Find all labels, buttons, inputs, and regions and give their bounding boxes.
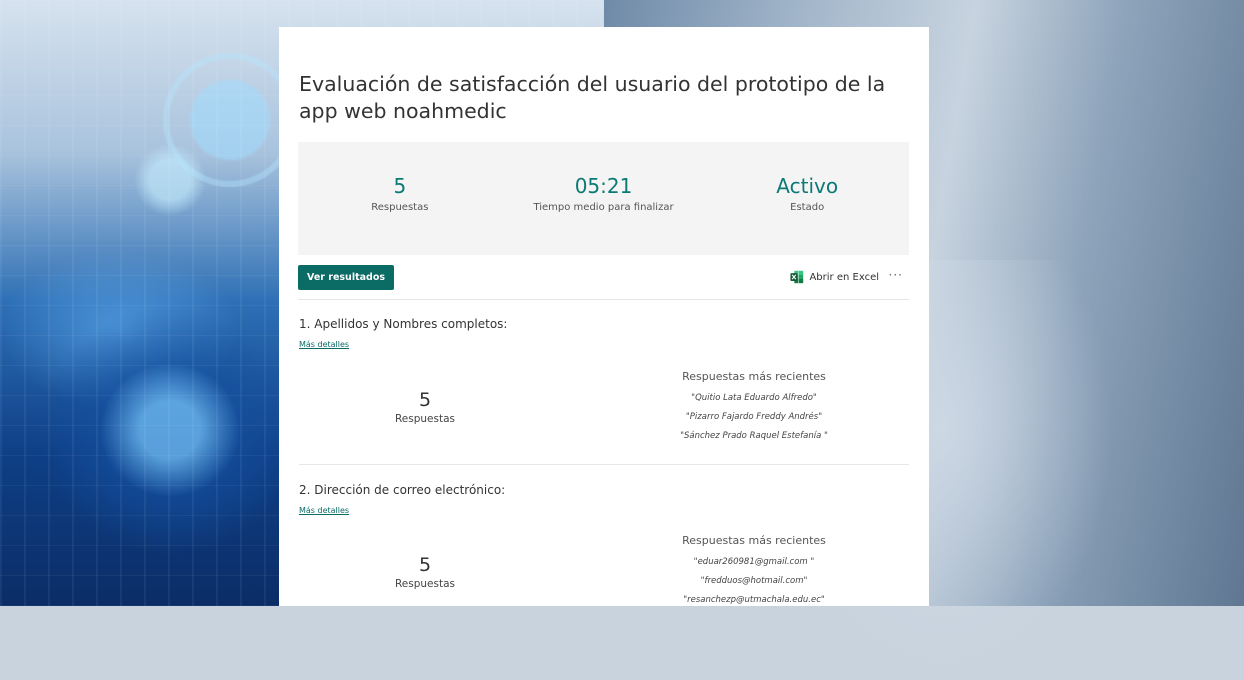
stat-label: Estado — [790, 202, 825, 213]
form-summary-card: Evaluación de satisfacción del usuario d… — [279, 27, 929, 606]
stat-label: Tiempo medio para finalizar — [533, 202, 674, 213]
stat-label: Respuestas — [371, 202, 429, 213]
recent-response-item: "Pizarro Fajardo Freddy Andrés" — [685, 412, 823, 422]
recent-response-item: "Quitio Lata Eduardo Alfredo" — [691, 393, 817, 403]
stat-average-time: 05:21 Tiempo medio para finalizar — [502, 142, 706, 255]
stat-value: 5 — [393, 174, 407, 198]
question-block: 2. Dirección de correo electrónico: Más … — [299, 483, 909, 605]
question-block: 1. Apellidos y Nombres completos: Más de… — [299, 317, 909, 465]
question-title: 2. Dirección de correo electrónico: — [299, 483, 506, 497]
more-details-link[interactable]: Más detalles — [299, 340, 909, 349]
stat-value: Activo — [776, 174, 839, 198]
form-title: Evaluación de satisfacción del usuario d… — [299, 72, 886, 123]
divider — [299, 464, 909, 465]
response-count: 5 Respuestas — [365, 554, 485, 590]
more-options-button[interactable]: ··· — [889, 268, 903, 282]
more-details-link[interactable]: Más detalles — [299, 506, 909, 515]
open-in-excel-link[interactable]: Abrir en Excel — [790, 270, 879, 284]
excel-icon — [790, 270, 804, 284]
stat-value: 05:21 — [574, 174, 633, 198]
results-toolbar: Ver resultados Abrir en Excel ··· — [298, 265, 909, 300]
recent-response-item: "fredduos@hotmail.com" — [700, 576, 808, 586]
question-title: 1. Apellidos y Nombres completos: — [299, 317, 508, 331]
response-count-value: 5 — [418, 389, 432, 411]
response-count: 5 Respuestas — [365, 389, 485, 425]
response-count-label: Respuestas — [394, 413, 456, 425]
recent-responses: Respuestas más recientes "eduar260981@gm… — [639, 534, 869, 605]
recent-response-item: "Sánchez Prado Raquel Estefanía " — [680, 431, 828, 441]
recent-response-item: "resanchezp@utmachala.edu.ec" — [683, 595, 825, 605]
response-count-label: Respuestas — [394, 578, 456, 590]
open-in-excel-label: Abrir en Excel — [809, 271, 879, 283]
stat-responses: 5 Respuestas — [298, 142, 502, 255]
summary-stats: 5 Respuestas 05:21 Tiempo medio para fin… — [298, 142, 909, 255]
recent-responses-title: Respuestas más recientes — [682, 370, 826, 383]
view-results-button[interactable]: Ver resultados — [298, 265, 395, 290]
response-count-value: 5 — [418, 554, 432, 576]
recent-responses-title: Respuestas más recientes — [682, 534, 826, 547]
recent-response-item: "eduar260981@gmail.com " — [693, 557, 815, 567]
stat-status: Activo Estado — [705, 142, 909, 255]
recent-responses: Respuestas más recientes "Quitio Lata Ed… — [639, 370, 869, 441]
